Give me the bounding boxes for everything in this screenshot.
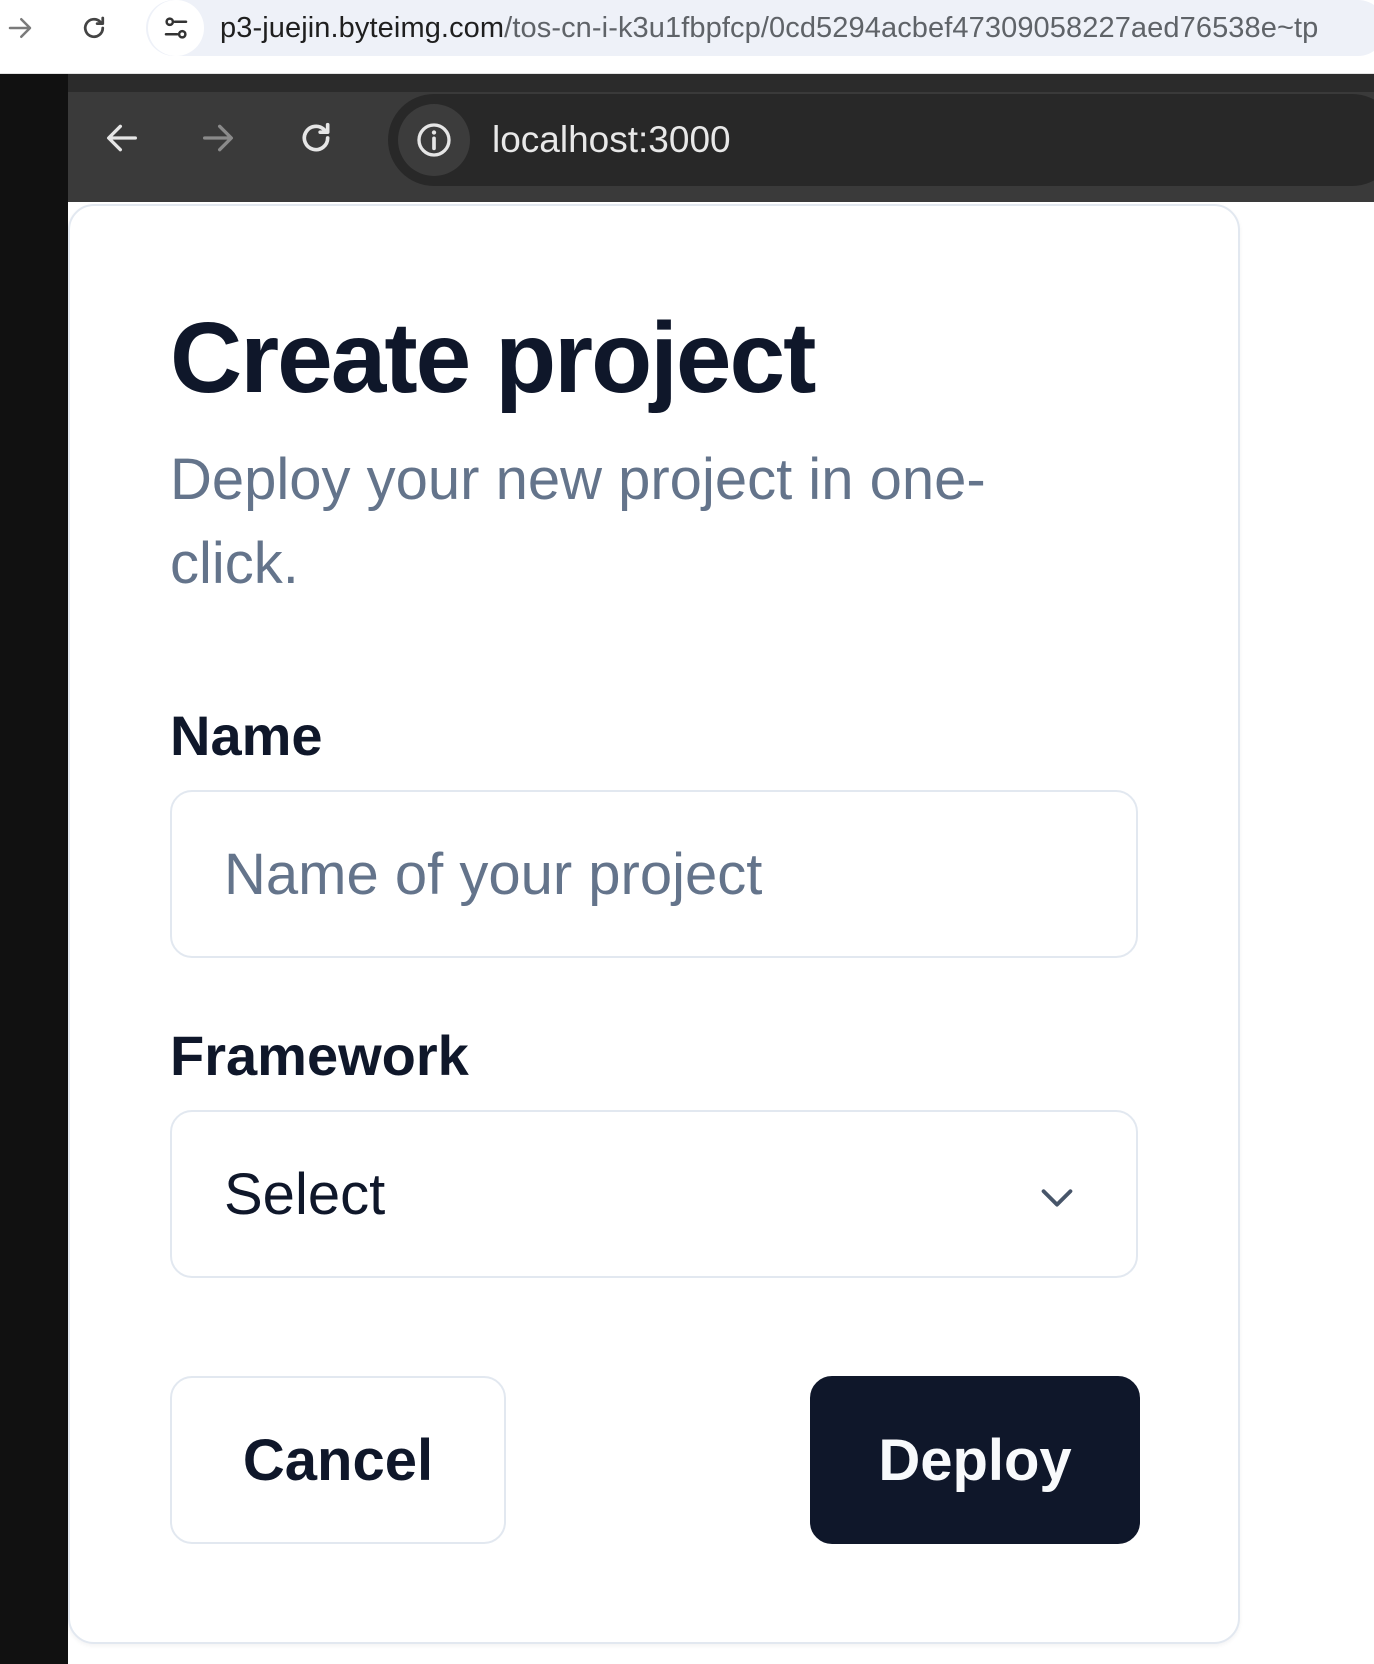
framework-label: Framework — [170, 1024, 469, 1087]
outer-url-host: p3-juejin.byteimg.com — [220, 11, 505, 44]
cancel-button[interactable]: Cancel — [170, 1376, 506, 1544]
arrow-right-icon — [8, 18, 32, 38]
inner-address-bar[interactable]: localhost:3000 — [388, 94, 1374, 186]
inner-back-button[interactable] — [94, 110, 150, 166]
outer-address-bar[interactable]: p3-juejin.byteimg.com/tos-cn-i-k3u1fbpfc… — [146, 0, 1374, 56]
outer-browser-toolbar: p3-juejin.byteimg.com/tos-cn-i-k3u1fbpfc… — [0, 0, 1374, 74]
framework-select-value: Select — [224, 1161, 386, 1227]
chevron-down-icon — [1034, 1174, 1080, 1220]
arrow-left-icon — [107, 124, 137, 152]
inner-tab-strip — [68, 74, 1374, 92]
card-description: Deploy your new project in one-click. — [170, 447, 986, 596]
inner-forward-button[interactable] — [190, 110, 246, 166]
arrow-right-icon — [203, 124, 233, 152]
outer-url-text: p3-juejin.byteimg.com/tos-cn-i-k3u1fbpfc… — [220, 12, 1318, 45]
inner-url-text: localhost:3000 — [492, 119, 731, 160]
outer-reload-button[interactable] — [70, 4, 118, 52]
outer-url-path: /tos-cn-i-k3u1fbpfcp/0cd5294acbef4730905… — [504, 11, 1319, 44]
inner-reload-button[interactable] — [288, 110, 344, 166]
reload-icon — [83, 16, 105, 39]
page-content: Create project Deploy your new project i… — [68, 202, 1374, 1664]
info-icon — [417, 123, 451, 157]
framework-select[interactable]: Select — [170, 1110, 1138, 1278]
name-label: Name — [170, 704, 323, 767]
create-project-card: Create project Deploy your new project i… — [68, 204, 1240, 1644]
name-input[interactable] — [170, 790, 1138, 958]
page-info-button[interactable] — [398, 104, 470, 176]
outer-forward-button[interactable] — [0, 4, 44, 52]
card-title: Create project — [170, 302, 816, 414]
deploy-button[interactable]: Deploy — [810, 1376, 1140, 1544]
tune-icon — [164, 17, 188, 39]
site-settings-button[interactable] — [148, 0, 204, 56]
inner-browser-toolbar: localhost:3000 — [68, 74, 1374, 202]
reload-icon — [302, 122, 330, 152]
left-dark-strip — [0, 74, 68, 1664]
